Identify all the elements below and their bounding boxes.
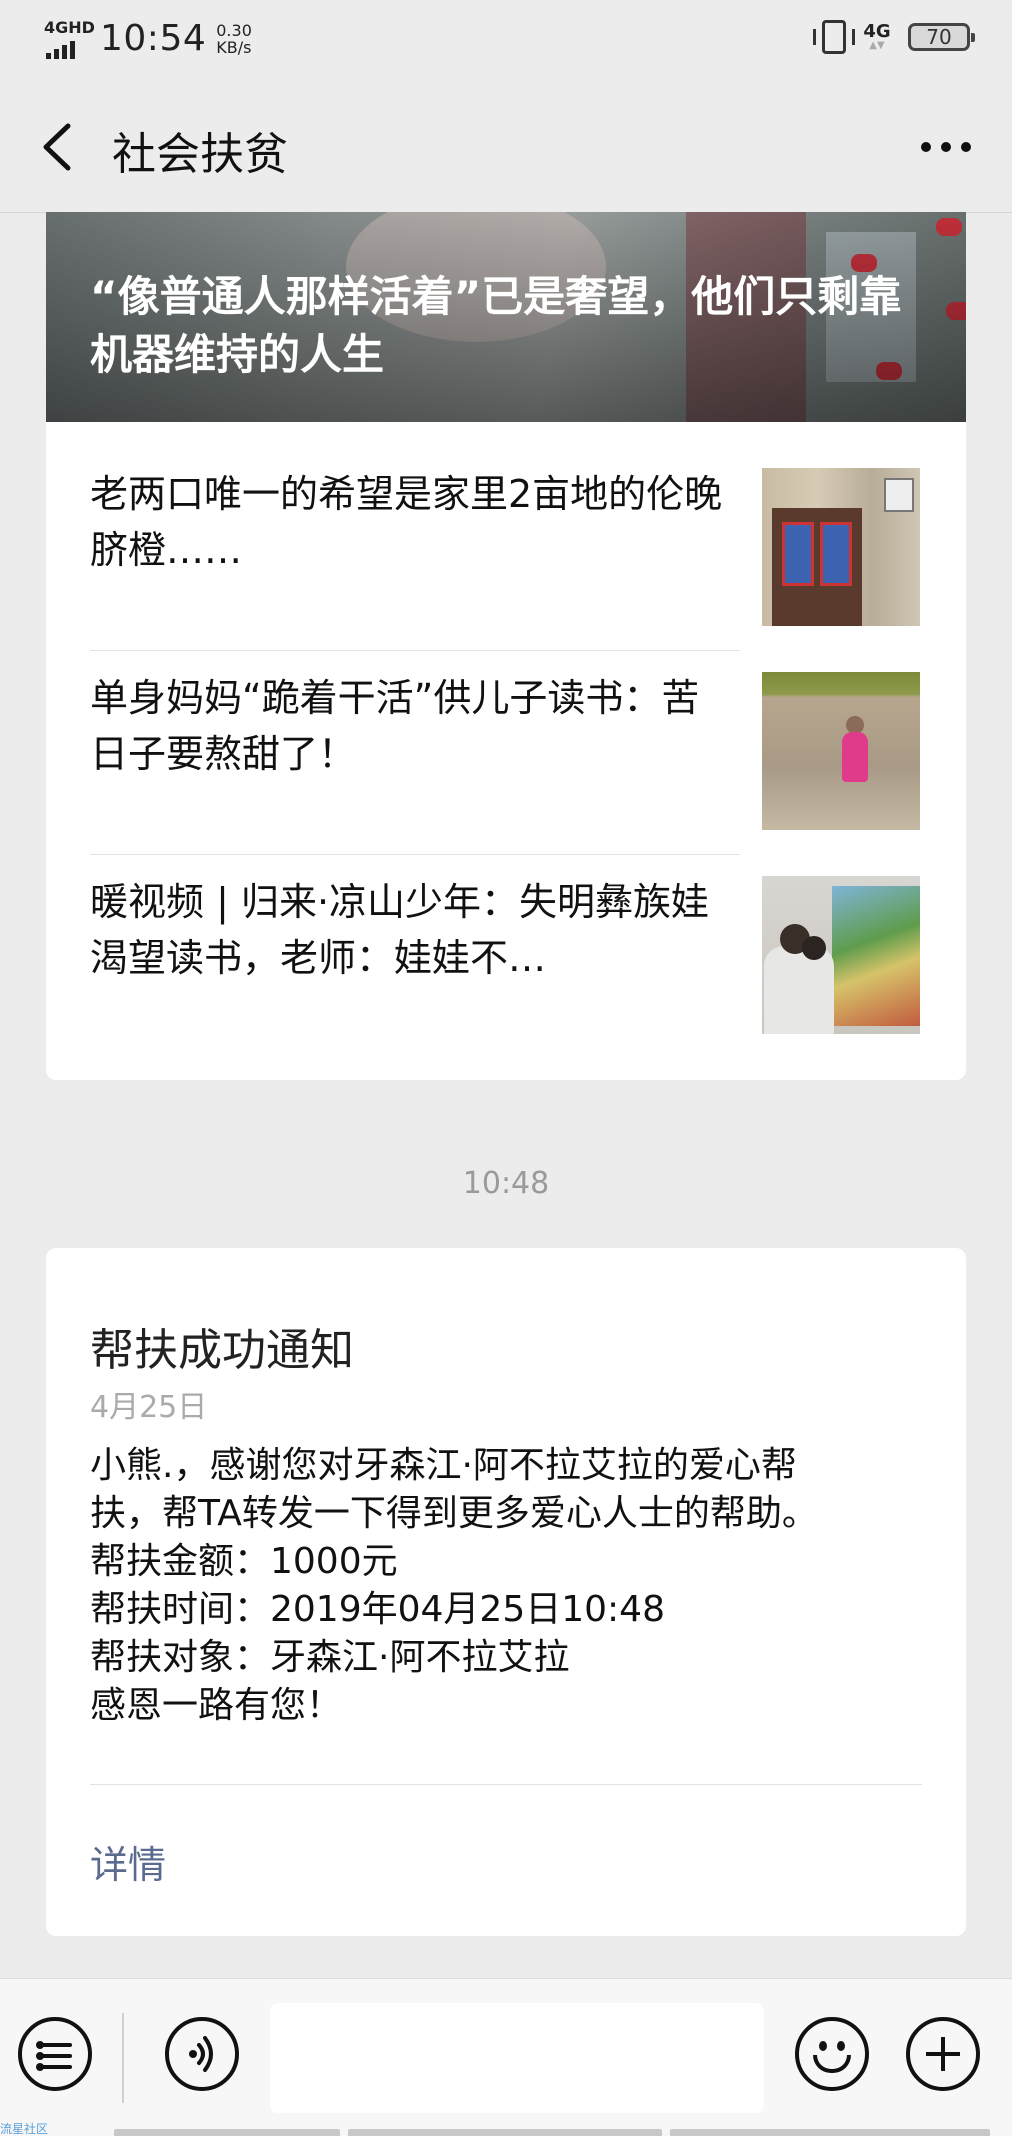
divider <box>90 1784 922 1785</box>
speed-value: 0.30 <box>216 20 252 40</box>
message-input[interactable] <box>270 2003 764 2113</box>
map-image <box>832 886 920 1026</box>
signal-bars-icon <box>46 40 75 59</box>
article-item[interactable]: 暖视频 | 归来·凉山少年：失明彝族娃渴望读书，老师：娃娃不… <box>90 830 922 1034</box>
screen: 4GHD 10:54 0.30 KB/s 4G ▲▼ 70 社会扶贫 “像普通人… <box>0 0 1012 2136</box>
status-right: 4G ▲▼ 70 <box>813 20 975 54</box>
notification-line: 帮扶时间：2019年04月25日10:48 <box>90 1589 665 1630</box>
article-thumbnail <box>762 468 920 626</box>
status-left: 4GHD 10:54 0.30 KB/s <box>44 18 276 59</box>
hero-article[interactable]: “像普通人那样活着”已是奢望，他们只剩靠机器维持的人生 <box>46 212 966 422</box>
emoji-icon[interactable] <box>795 2017 869 2091</box>
battery-icon: 70 <box>908 23 975 51</box>
scrollbar[interactable] <box>670 2129 990 2136</box>
plus-icon[interactable] <box>906 2017 980 2091</box>
article-title: 暖视频 | 归来·凉山少年：失明彝族娃渴望读书，老师：娃娃不… <box>90 880 710 980</box>
signal-indicator: 4GHD <box>44 18 95 59</box>
article-item[interactable]: 单身妈妈“跪着干活”供儿子读书：苦日子要熬甜了！ <box>90 626 922 830</box>
notification-line: 帮扶金额：1000元 <box>90 1541 398 1582</box>
notification-line: 小熊.，感谢您对牙森江·阿不拉艾拉的爱心帮 <box>90 1445 797 1486</box>
scrollbar[interactable] <box>348 2129 662 2136</box>
article-thumbnail <box>762 876 920 1034</box>
hero-title: “像普通人那样活着”已是奢望，他们只剩靠机器维持的人生 <box>90 272 902 379</box>
watermark: 流星社区 <box>0 2122 49 2136</box>
list-menu-icon[interactable] <box>18 2017 92 2091</box>
page-title: 社会扶贫 <box>112 129 288 180</box>
network-label: 4GHD <box>44 17 95 37</box>
bottom-toolbar <box>0 1978 1012 2136</box>
teacher-image <box>764 946 834 1034</box>
nav-bar: 社会扶贫 <box>0 80 1012 213</box>
notification-card[interactable]: 帮扶成功通知 4月25日 小熊.，感谢您对牙森江·阿不拉艾拉的爱心帮 扶，帮TA… <box>46 1248 966 1936</box>
article-title: 单身妈妈“跪着干活”供儿子读书：苦日子要熬甜了！ <box>90 676 700 776</box>
details-link[interactable]: 详情 <box>90 1834 166 1889</box>
ellipsis-icon[interactable] <box>918 132 974 162</box>
notification-line: 感恩一路有您！ <box>90 1685 343 1726</box>
message-time: 10:48 <box>462 1166 550 1201</box>
door-image <box>772 508 862 626</box>
notification-line: 扶，帮TA转发一下得到更多爱心人士的帮助。 <box>90 1493 818 1534</box>
article-item[interactable]: 老两口唯一的希望是家里2亩地的伦晚脐橙…… <box>90 422 922 626</box>
person-image <box>842 732 868 782</box>
article-card: “像普通人那样活着”已是奢望，他们只剩靠机器维持的人生 老两口唯一的希望是家里2… <box>46 212 966 1080</box>
voice-icon[interactable] <box>165 2017 239 2091</box>
article-thumbnail <box>762 672 920 830</box>
status-time: 10:54 <box>100 18 207 59</box>
notification-line: 帮扶对象：牙森江·阿不拉艾拉 <box>90 1637 570 1678</box>
battery-level: 70 <box>926 25 952 49</box>
notification-body: 小熊.，感谢您对牙森江·阿不拉艾拉的爱心帮 扶，帮TA转发一下得到更多爱心人士的… <box>90 1442 926 1730</box>
mobile-data-indicator: 4G ▲▼ <box>862 23 892 51</box>
chevron-left-icon[interactable] <box>38 120 88 174</box>
vibrate-icon <box>813 20 855 54</box>
meter-image <box>884 478 914 512</box>
notification-title: 帮扶成功通知 <box>90 1325 354 1376</box>
toolbar-separator <box>122 2013 124 2103</box>
speed-unit: KB/s <box>216 37 252 57</box>
network-speed: 0.30 KB/s <box>216 22 276 56</box>
mobile-data-label: 4G <box>863 21 891 42</box>
data-arrows-icon: ▲▼ <box>869 40 885 51</box>
scrollbar[interactable] <box>114 2129 340 2136</box>
notification-date: 4月25日 <box>90 1390 208 1425</box>
boy-image <box>802 936 826 960</box>
article-title: 老两口唯一的希望是家里2亩地的伦晚脐橙…… <box>90 472 723 572</box>
status-bar: 4GHD 10:54 0.30 KB/s 4G ▲▼ 70 <box>0 0 1012 80</box>
